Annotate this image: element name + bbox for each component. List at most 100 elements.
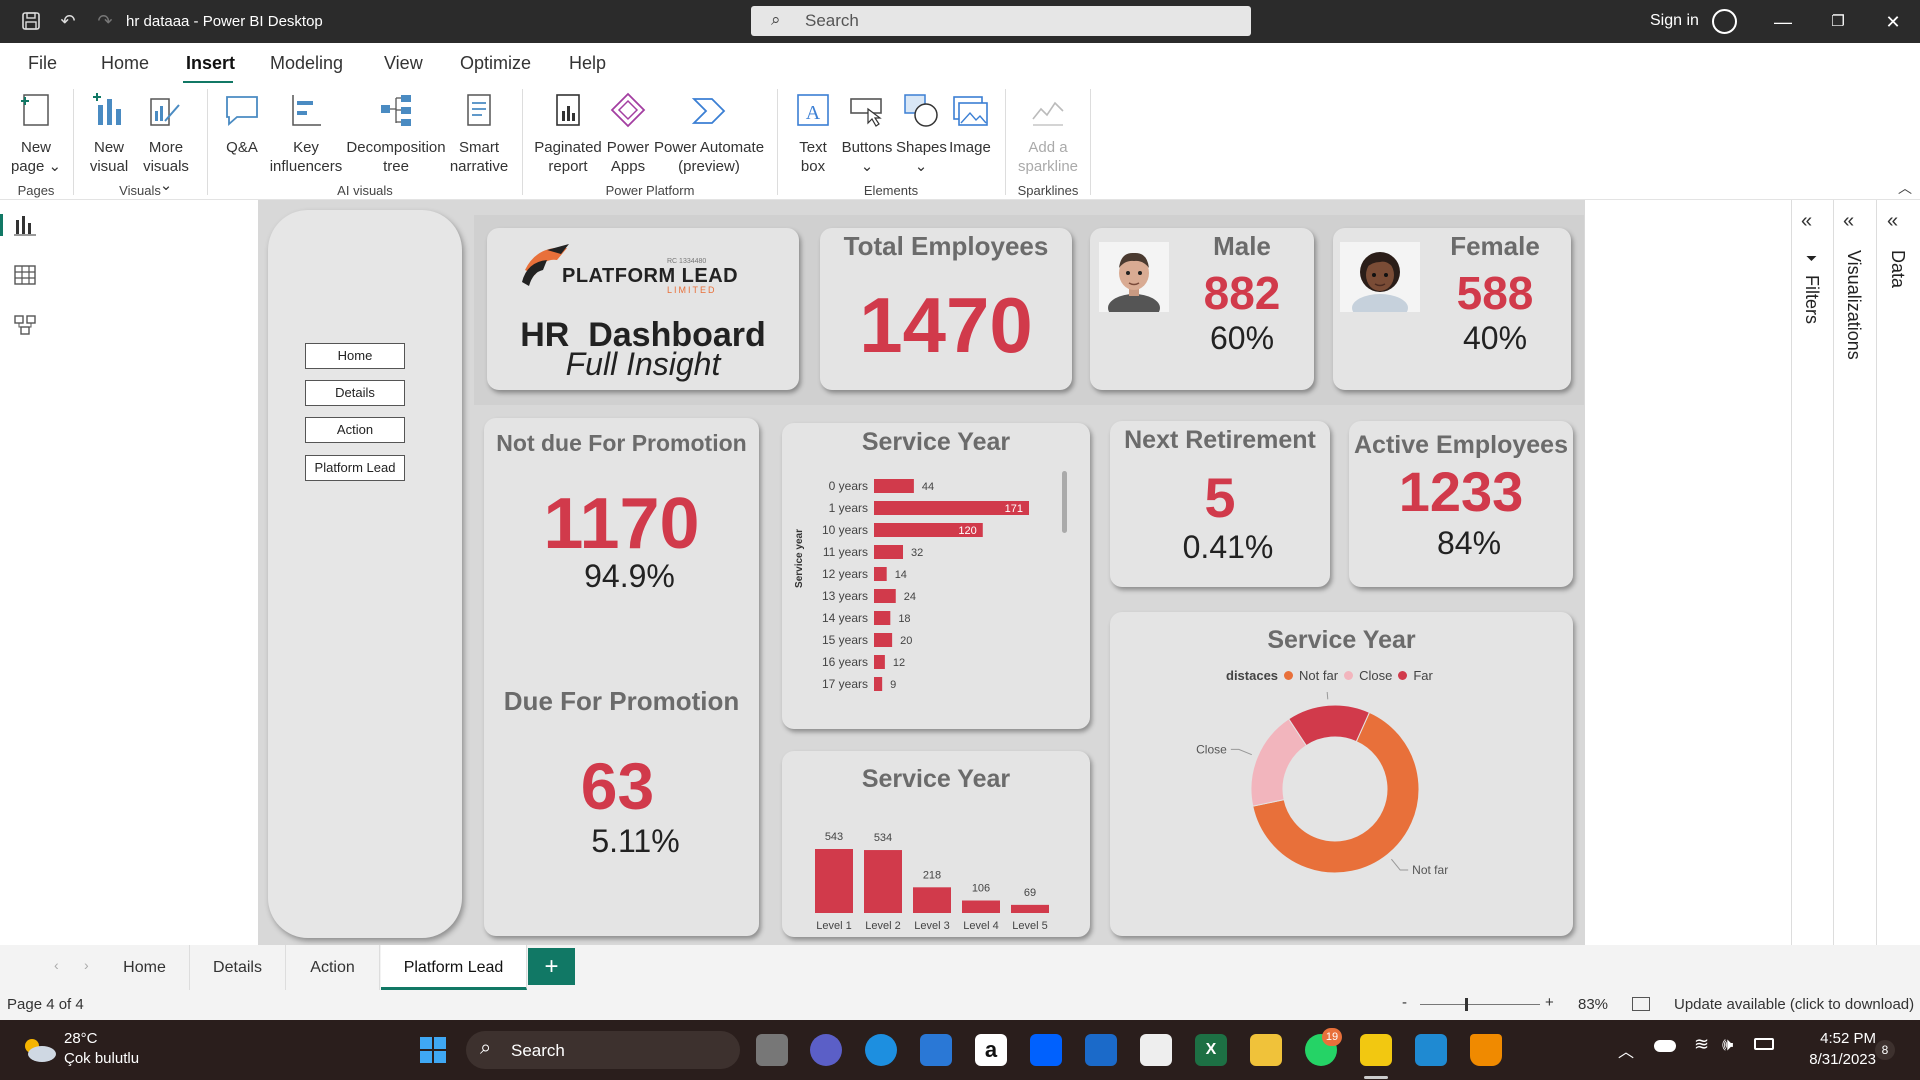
vlc-icon[interactable] <box>1470 1034 1502 1066</box>
tab-scroll-right-icon[interactable]: › <box>84 957 89 973</box>
donut-legend: distaces Not far Close Far <box>1226 668 1433 683</box>
buttons-button[interactable]: Buttons ⌄ <box>838 91 896 176</box>
menu-file[interactable]: File <box>28 53 57 74</box>
store-icon[interactable] <box>1140 1034 1172 1066</box>
fit-page-icon[interactable] <box>1632 997 1650 1011</box>
nav-home-button[interactable]: Home <box>305 343 405 369</box>
smart-narrative-button[interactable]: Smart narrative <box>448 91 510 176</box>
save-icon[interactable] <box>20 10 42 32</box>
search-input[interactable] <box>805 10 1225 32</box>
tab-action[interactable]: Action <box>286 945 380 990</box>
amazon-icon[interactable]: a <box>975 1034 1007 1066</box>
close-button[interactable]: ✕ <box>1878 8 1908 36</box>
zoom-slider-thumb[interactable] <box>1465 998 1468 1011</box>
mail-icon[interactable] <box>920 1034 952 1066</box>
active-value: 1233 <box>1398 460 1524 523</box>
logo-sub: LIMITED <box>667 285 717 295</box>
zoom-in-button[interactable]: + <box>1545 994 1554 1011</box>
file-explorer-icon[interactable] <box>1250 1034 1282 1066</box>
hbar-category-label: 13 years <box>822 589 868 603</box>
key-influencers-button[interactable]: Key influencers <box>268 91 344 176</box>
group-elements: Elements <box>863 183 919 198</box>
new-page-button[interactable]: New page ⌄ <box>10 91 62 176</box>
text-box-button[interactable]: A Text box <box>788 91 838 176</box>
sign-in-link[interactable]: Sign in <box>1650 12 1699 30</box>
news-icon[interactable] <box>1085 1034 1117 1066</box>
collapse-ribbon-icon[interactable]: ︿ <box>1898 178 1912 198</box>
excel-icon[interactable]: X <box>1195 1034 1227 1066</box>
menu-view[interactable]: View <box>384 53 423 74</box>
chart-scrollbar[interactable] <box>1062 471 1067 533</box>
male-value: 882 <box>1203 267 1281 319</box>
report-view-icon[interactable] <box>13 214 37 236</box>
zoom-slider[interactable] <box>1420 1004 1540 1005</box>
data-pane-label[interactable]: Data <box>1887 250 1908 288</box>
redo-icon[interactable]: ↷ <box>94 10 116 32</box>
menu-home[interactable]: Home <box>101 53 149 74</box>
female-value: 588 <box>1456 267 1534 319</box>
filters-collapse-icon[interactable]: « <box>1801 210 1812 233</box>
undo-icon[interactable]: ↶ <box>57 10 79 32</box>
zoom-out-button[interactable]: - <box>1402 994 1407 1011</box>
volume-icon[interactable]: 🕪 <box>1722 1034 1733 1055</box>
donut-leader-line <box>1326 692 1329 700</box>
add-sparkline-button[interactable]: Add a sparkline <box>1014 91 1082 176</box>
navigation-panel <box>268 210 462 938</box>
nav-action-button[interactable]: Action <box>305 417 405 443</box>
photos-icon[interactable] <box>1415 1034 1447 1066</box>
visualizations-collapse-icon[interactable]: « <box>1843 210 1854 233</box>
account-icon[interactable] <box>1712 9 1737 34</box>
legend-dot-not-far <box>1284 671 1294 680</box>
table-view-icon[interactable] <box>13 264 37 286</box>
add-page-button[interactable]: + <box>528 948 575 985</box>
tab-home[interactable]: Home <box>100 945 190 990</box>
edge-icon[interactable] <box>865 1034 897 1066</box>
image-button[interactable]: Image <box>946 91 994 157</box>
wifi-icon[interactable]: ≋ <box>1694 1034 1709 1055</box>
notification-badge[interactable]: 8 <box>1875 1040 1895 1060</box>
battery-icon[interactable] <box>1754 1038 1774 1050</box>
onedrive-icon[interactable] <box>1654 1040 1676 1052</box>
menu-modeling[interactable]: Modeling <box>270 53 343 74</box>
windows-start-icon[interactable] <box>419 1036 447 1064</box>
weather-icon[interactable] <box>20 1034 58 1064</box>
vbar-data-label: 106 <box>972 883 990 895</box>
tab-platform-lead[interactable]: Platform Lead <box>381 945 527 990</box>
power-apps-button[interactable]: Power Apps <box>604 91 652 176</box>
update-link[interactable]: Update available (click to download) <box>1674 996 1914 1013</box>
visualizations-pane-label[interactable]: Visualizations <box>1843 250 1864 360</box>
data-collapse-icon[interactable]: « <box>1887 210 1898 233</box>
decomposition-tree-button[interactable]: Decomposition tree <box>346 91 446 176</box>
tab-scroll-left-icon[interactable]: ‹ <box>54 957 59 973</box>
tab-details[interactable]: Details <box>190 945 286 990</box>
power-bi-icon[interactable] <box>1360 1034 1392 1066</box>
teams-icon[interactable] <box>810 1034 842 1066</box>
restore-button[interactable]: ❐ <box>1823 8 1853 36</box>
task-view-icon[interactable] <box>756 1034 788 1066</box>
retirement-title: Next Retirement <box>1124 426 1316 454</box>
buttons-icon <box>850 98 882 127</box>
shapes-button[interactable]: Shapes ⌄ <box>896 91 947 176</box>
global-search[interactable]: ⌕ <box>751 6 1251 36</box>
paginated-report-button[interactable]: Paginated report <box>532 91 604 176</box>
menu-help[interactable]: Help <box>569 53 606 74</box>
taskbar: 28°C Çok bulutlu ⌕ Search a X 19 ︿ ≋ 🕪 4… <box>0 1020 1920 1080</box>
dropbox-icon[interactable] <box>1030 1034 1062 1066</box>
minimize-button[interactable]: — <box>1768 8 1798 36</box>
nav-details-button[interactable]: Details <box>305 380 405 406</box>
model-view-icon[interactable] <box>13 314 37 336</box>
vbar-bar <box>913 887 951 913</box>
hbar-category-label: 16 years <box>822 655 868 669</box>
tray-chevron-icon[interactable]: ︿ <box>1618 1038 1634 1062</box>
menu-optimize[interactable]: Optimize <box>460 53 531 74</box>
new-visual-button[interactable]: New visual <box>86 91 132 176</box>
taskbar-search[interactable]: ⌕ Search <box>466 1031 740 1069</box>
filters-pane-label[interactable]: Filters <box>1801 275 1822 324</box>
menu-insert[interactable]: Insert <box>186 53 235 74</box>
more-visuals-button[interactable]: More visuals ⌄ <box>140 91 192 195</box>
page-tabs: ‹ › Home Details Action Platform Lead + <box>0 945 1920 990</box>
qna-button[interactable]: Q&A <box>220 91 264 157</box>
vbar-category-label: Level 5 <box>1012 920 1047 932</box>
nav-platform-lead-button[interactable]: Platform Lead <box>305 455 405 481</box>
power-automate-button[interactable]: Power Automate (preview) <box>652 91 766 176</box>
